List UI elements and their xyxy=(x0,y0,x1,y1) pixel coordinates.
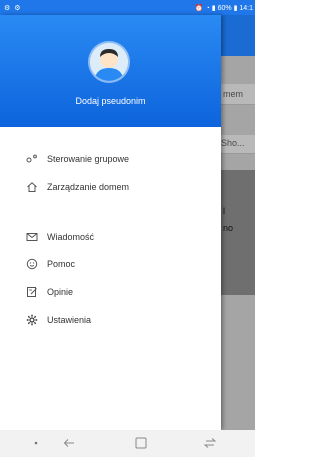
menu-item-label: Wiadomość xyxy=(47,232,95,242)
feedback-icon xyxy=(26,286,38,298)
avatar[interactable] xyxy=(90,43,128,81)
menu-item-label: Pomoc xyxy=(47,259,76,269)
battery-icon: ▮ xyxy=(233,4,238,12)
recents-icon[interactable] xyxy=(202,436,218,450)
background-card-text: l xyxy=(223,206,225,216)
user-icon xyxy=(90,43,128,81)
overview-icon[interactable] xyxy=(133,436,149,450)
clock: 14:1 xyxy=(239,4,253,12)
alarm-icon: ⏰ xyxy=(194,4,204,12)
mail-icon xyxy=(26,231,38,243)
menu-item-feedback[interactable]: Opinie xyxy=(26,285,73,299)
menu-item-group-control[interactable]: Sterowanie grupowe xyxy=(26,152,129,166)
status-bar: ⚙ ⚙ ⏰ ◔ ▮ 60% ▮ 14:1 xyxy=(0,0,255,15)
battery-percent: 60% xyxy=(217,4,232,12)
system-navigation-bar xyxy=(0,430,255,457)
menu-item-label: Opinie xyxy=(47,287,74,297)
menu-item-label: Sterowanie grupowe xyxy=(47,154,130,164)
signal-icon: ▮ xyxy=(211,4,216,12)
add-nickname-link[interactable]: Dodaj pseudonim xyxy=(0,96,221,106)
home-icon xyxy=(26,181,38,193)
background-strip-text: Sho... xyxy=(221,138,245,148)
help-icon xyxy=(26,258,38,270)
group-control-icon xyxy=(26,153,38,165)
menu-item-label: Zarządzanie domem xyxy=(47,182,130,192)
settings-icon: ⚙ xyxy=(4,4,12,12)
menu-item-settings[interactable]: Ustawienia xyxy=(26,313,91,327)
settings-icon xyxy=(26,314,38,326)
wifi-icon: ◔ xyxy=(205,4,210,12)
settings-icon: ⚙ xyxy=(14,4,22,12)
background-card-text: no xyxy=(223,223,234,233)
background-strip-text: mem xyxy=(223,89,243,99)
drawer-header: Dodaj pseudonim xyxy=(0,15,221,127)
menu-item-help[interactable]: Pomoc xyxy=(26,257,75,271)
navigation-drawer: Dodaj pseudonim Sterowanie grupowe Zarzą… xyxy=(0,15,221,430)
dot-icon[interactable] xyxy=(28,436,44,450)
menu-item-home-management[interactable]: Zarządzanie domem xyxy=(26,180,129,194)
menu-item-label: Ustawienia xyxy=(47,315,92,325)
back-icon[interactable] xyxy=(62,436,78,450)
menu-item-messages[interactable]: Wiadomość xyxy=(26,230,94,244)
